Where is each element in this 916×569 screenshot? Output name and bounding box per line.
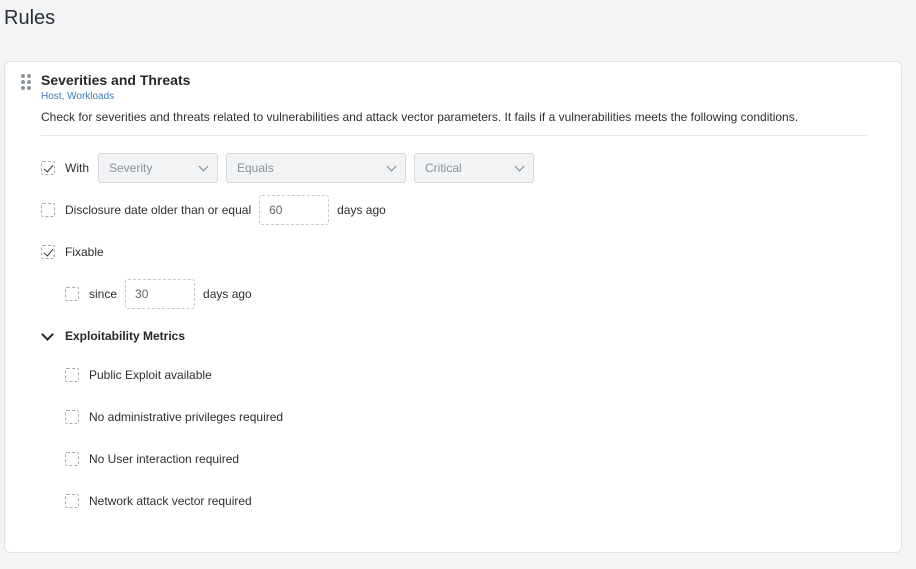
since-label: since (89, 287, 118, 301)
chevron-down-icon (386, 161, 397, 172)
disclosure-label: Disclosure date older than or equal (65, 203, 252, 217)
since-days-input[interactable] (125, 279, 196, 309)
public-exploit-label: Public Exploit available (89, 368, 212, 382)
network-attack-vector-checkbox[interactable] (65, 494, 79, 508)
with-label: With (65, 161, 89, 175)
since-checkbox[interactable] (65, 287, 79, 301)
card-description: Check for severities and threats related… (41, 110, 799, 124)
with-condition-row: With Severity Equals Critical (41, 153, 534, 183)
no-user-interaction-label: No User interaction required (89, 452, 240, 466)
exploit-item-no-admin: No administrative privileges required (65, 410, 283, 424)
drag-handle-icon[interactable] (21, 74, 31, 90)
operator-select[interactable]: Equals (226, 153, 406, 183)
network-attack-vector-label: Network attack vector required (89, 494, 252, 508)
field-select[interactable]: Severity (98, 153, 218, 183)
exploitability-section-title: Exploitability Metrics (65, 329, 186, 343)
exploit-item-network-vector: Network attack vector required (65, 494, 252, 508)
disclosure-checkbox[interactable] (41, 203, 55, 217)
card-title: Severities and Threats (41, 72, 191, 88)
fixable-label: Fixable (65, 245, 104, 259)
exploit-item-no-user-interaction: No User interaction required (65, 452, 239, 466)
chevron-down-icon (514, 161, 525, 172)
field-select-value: Severity (109, 161, 153, 175)
no-admin-privileges-checkbox[interactable] (65, 410, 79, 424)
divider (41, 135, 867, 136)
exploit-item-public-exploit: Public Exploit available (65, 368, 212, 382)
disclosure-days-input[interactable] (259, 195, 330, 225)
fixable-checkbox[interactable] (41, 245, 55, 259)
with-checkbox[interactable] (41, 161, 55, 175)
public-exploit-checkbox[interactable] (65, 368, 79, 382)
since-suffix: days ago (203, 287, 252, 301)
chevron-down-icon (198, 161, 209, 172)
since-condition-row: since days ago (65, 279, 252, 309)
value-select-value: Critical (425, 161, 462, 175)
page-title: Rules (4, 7, 56, 29)
card-subtitle: Host, Workloads (41, 91, 115, 102)
chevron-down-icon (41, 327, 54, 341)
no-user-interaction-checkbox[interactable] (65, 452, 79, 466)
disclosure-suffix: days ago (337, 203, 386, 217)
fixable-condition-row: Fixable (41, 245, 104, 259)
no-admin-privileges-label: No administrative privileges required (89, 410, 284, 424)
disclosure-condition-row: Disclosure date older than or equal days… (41, 195, 386, 225)
rule-card: Severities and Threats Host, Workloads C… (4, 61, 902, 553)
value-select[interactable]: Critical (414, 153, 534, 183)
exploitability-section-toggle[interactable]: Exploitability Metrics (41, 327, 186, 343)
operator-select-value: Equals (237, 161, 274, 175)
